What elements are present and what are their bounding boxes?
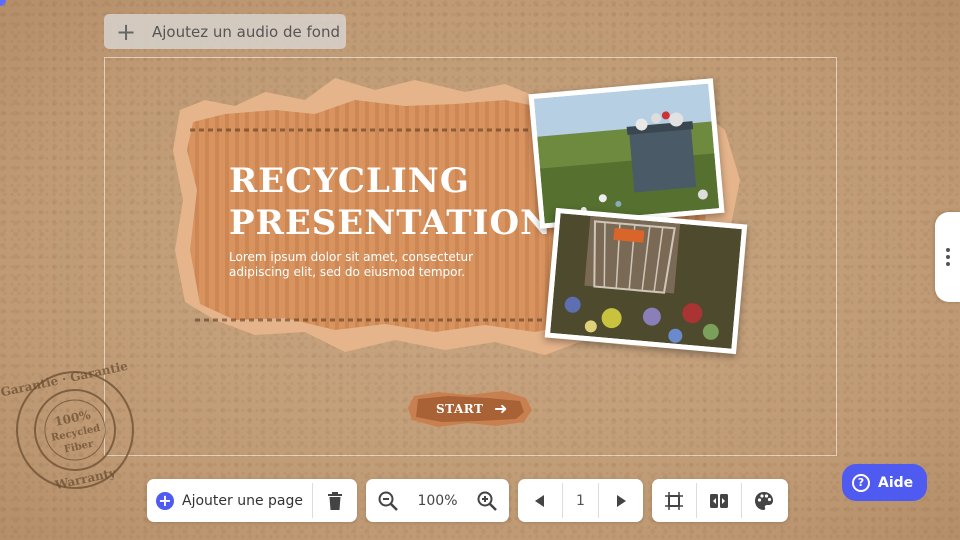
previous-page-button[interactable]: [518, 479, 562, 522]
zoom-out-icon[interactable]: [378, 491, 398, 511]
fit-screen-icon: [665, 491, 683, 510]
side-panel-handle[interactable]: [935, 212, 960, 302]
view-toolbar: [652, 479, 788, 522]
zoom-toolbar: 100%: [366, 479, 509, 522]
next-page-button[interactable]: [599, 479, 643, 522]
help-label: Aide: [878, 474, 914, 491]
more-vertical-icon: [946, 248, 950, 269]
add-page-button[interactable]: + Ajouter une page: [147, 479, 312, 522]
page-toolbar: + Ajouter une page: [147, 479, 357, 522]
fit-to-screen-button[interactable]: [652, 479, 696, 522]
add-page-label: Ajouter une page: [182, 492, 303, 509]
split-view-icon: [710, 493, 728, 508]
zoom-level: 100%: [417, 492, 458, 509]
triangle-right-icon: [617, 494, 626, 507]
split-view-button[interactable]: [697, 479, 741, 522]
canvas-boundary: [104, 57, 837, 456]
recycled-fiber-stamp: Garantie · Garantie Warranty 100% Recycl…: [0, 360, 134, 492]
delete-page-button[interactable]: [313, 479, 357, 522]
svg-text:Fiber: Fiber: [63, 439, 95, 456]
triangle-left-icon: [535, 494, 544, 507]
zoom-in-icon[interactable]: [477, 491, 497, 511]
page-number[interactable]: 1: [563, 479, 598, 522]
help-button[interactable]: ? Aide: [842, 464, 927, 501]
pagination-toolbar: 1: [518, 479, 643, 522]
add-circle-icon: +: [156, 491, 174, 510]
trash-icon: [328, 491, 342, 510]
question-icon: ?: [852, 473, 870, 492]
theme-palette-button[interactable]: [742, 479, 786, 522]
svg-text:Garantie · Garantie: Garantie · Garantie: [0, 360, 129, 399]
palette-icon: [755, 491, 773, 510]
